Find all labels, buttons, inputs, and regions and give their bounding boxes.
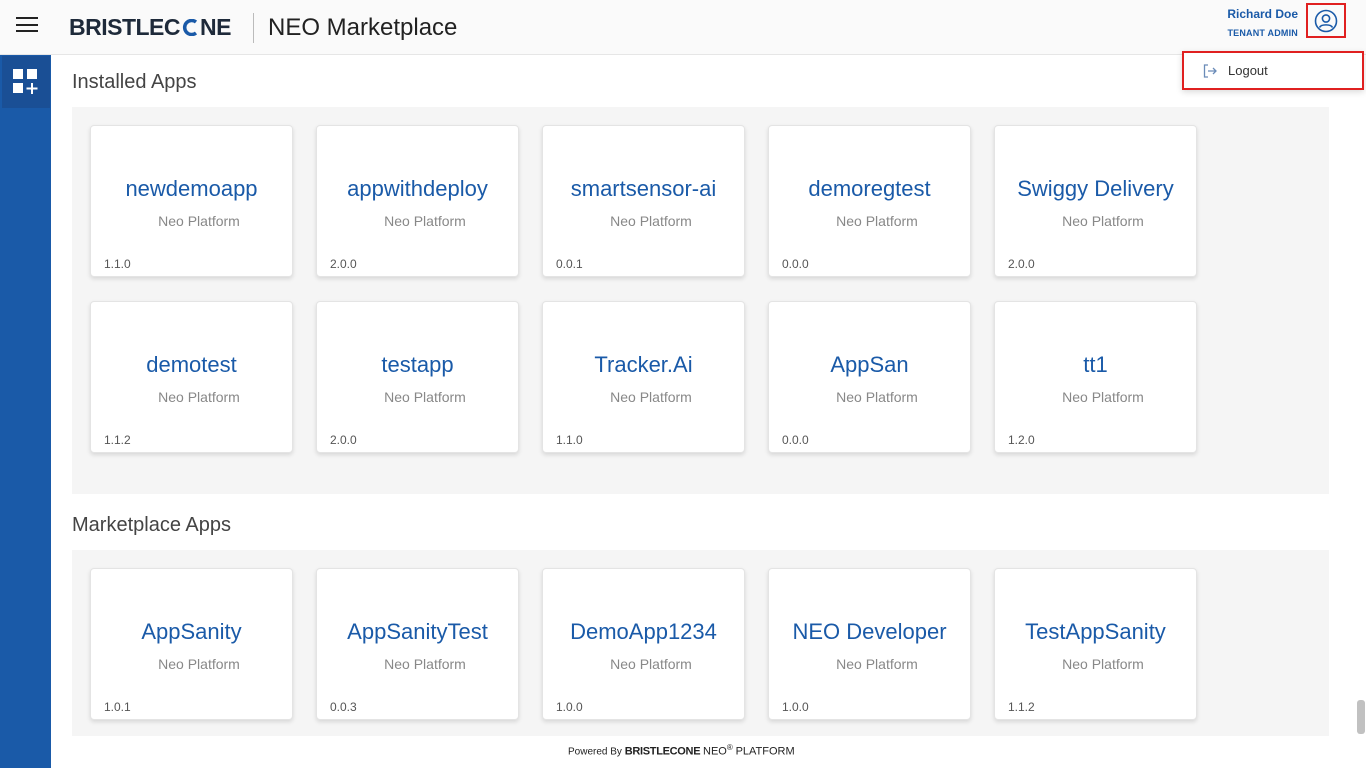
- app-card-version: 0.0.3: [330, 700, 357, 714]
- app-card-name: testapp: [381, 352, 454, 377]
- header-divider: [253, 13, 254, 43]
- app-card-version: 1.0.0: [556, 700, 583, 714]
- app-card-name: appwithdeploy: [347, 176, 488, 201]
- user-name: Richard Doe: [1227, 7, 1298, 21]
- app-card-version: 1.2.0: [1008, 433, 1035, 447]
- app-card-version: 1.0.1: [104, 700, 131, 714]
- app-card-name: demotest: [146, 352, 237, 377]
- app-card-platform: Neo Platform: [836, 213, 918, 229]
- app-card-version: 0.0.1: [556, 257, 583, 271]
- app-card[interactable]: appwithdeploy Neo Platform 2.0.0: [316, 125, 519, 277]
- page-scrollbar-thumb[interactable]: [1357, 700, 1365, 734]
- footer-brand: BRISTLECONE: [624, 745, 701, 758]
- app-card[interactable]: NEO Developer Neo Platform 1.0.0: [768, 568, 971, 720]
- app-card-version: 0.0.0: [782, 433, 809, 447]
- app-title: NEO Marketplace: [268, 14, 458, 41]
- app-card-name: demoregtest: [808, 176, 931, 201]
- app-card-platform: Neo Platform: [384, 213, 466, 229]
- app-card-platform: Neo Platform: [836, 389, 918, 405]
- app-card-version: 0.0.0: [782, 257, 809, 271]
- app-card-platform: Neo Platform: [158, 213, 240, 229]
- app-card-version: 1.1.0: [556, 433, 583, 447]
- app-card[interactable]: demotest Neo Platform 1.1.2: [90, 301, 293, 453]
- app-card[interactable]: AppSan Neo Platform 0.0.0: [768, 301, 971, 453]
- app-card-platform: Neo Platform: [610, 389, 692, 405]
- footer-platform: PLATFORM: [735, 745, 795, 758]
- app-card[interactable]: DemoApp1234 Neo Platform 1.0.0: [542, 568, 745, 720]
- app-card-name: AppSanity: [141, 619, 242, 644]
- app-card-name: smartsensor-ai: [570, 176, 717, 201]
- app-card[interactable]: Tracker.Ai Neo Platform 1.1.0: [542, 301, 745, 453]
- user-account-button[interactable]: [1306, 3, 1346, 38]
- app-card[interactable]: newdemoapp Neo Platform 1.1.0: [90, 125, 293, 277]
- hamburger-menu-icon[interactable]: [16, 17, 38, 37]
- app-card[interactable]: tt1 Neo Platform 1.2.0: [994, 301, 1197, 453]
- logout-icon: [1203, 63, 1217, 78]
- app-card-version: 1.1.2: [1008, 700, 1035, 714]
- app-card-platform: Neo Platform: [1062, 656, 1144, 672]
- app-card-name: Tracker.Ai: [594, 352, 693, 377]
- user-role: TENANT ADMIN: [1227, 28, 1298, 38]
- app-card-name: DemoApp1234: [570, 619, 717, 644]
- app-card[interactable]: demoregtest Neo Platform 0.0.0: [768, 125, 971, 277]
- app-card[interactable]: AppSanity Neo Platform 1.0.1: [90, 568, 293, 720]
- app-card-name: tt1: [1083, 352, 1108, 377]
- brand-logo: BRISTLEC NE: [69, 14, 231, 40]
- footer-neo: NEO: [703, 745, 727, 758]
- app-card-platform: Neo Platform: [1062, 389, 1144, 405]
- app-card-name: newdemoapp: [125, 176, 258, 201]
- app-card-version: 2.0.0: [1008, 257, 1035, 271]
- app-card-platform: Neo Platform: [836, 656, 918, 672]
- top-header: BRISTLEC NE NEO Marketplace Richard Doe T…: [0, 0, 1366, 55]
- app-card-version: 2.0.0: [330, 257, 357, 271]
- logout-menu-item[interactable]: Logout: [1182, 51, 1364, 90]
- app-card-platform: Neo Platform: [1062, 213, 1144, 229]
- app-card[interactable]: Swiggy Delivery Neo Platform 2.0.0: [994, 125, 1197, 277]
- footer-registered-mark: ®: [726, 743, 733, 752]
- app-card-platform: Neo Platform: [610, 656, 692, 672]
- marketplace-apps-panel: AppSanity Neo Platform 1.0.1 AppSanityTest N…: [72, 550, 1329, 736]
- app-card-name: NEO Developer: [792, 619, 947, 644]
- user-account-icon: [1314, 9, 1338, 32]
- app-card-version: 2.0.0: [330, 433, 357, 447]
- app-card-name: Swiggy Delivery: [1017, 176, 1174, 201]
- app-card-platform: Neo Platform: [384, 656, 466, 672]
- logout-label: Logout: [1228, 63, 1268, 78]
- left-sidebar: [0, 55, 51, 768]
- footer-powered-by: Powered By: [568, 746, 622, 758]
- app-card-platform: Neo Platform: [384, 389, 466, 405]
- app-card-name: AppSan: [830, 352, 909, 377]
- marketplace-apps-heading: Marketplace Apps: [72, 514, 231, 536]
- apps-grid-add-icon: [13, 69, 38, 94]
- app-card-version: 1.1.2: [104, 433, 131, 447]
- app-card-platform: Neo Platform: [158, 656, 240, 672]
- app-card-name: AppSanityTest: [347, 619, 488, 644]
- apps-nav-button[interactable]: [2, 56, 50, 108]
- app-card[interactable]: AppSanityTest Neo Platform 0.0.3: [316, 568, 519, 720]
- app-card-version: 1.0.0: [782, 700, 809, 714]
- app-card-version: 1.1.0: [104, 257, 131, 271]
- app-card[interactable]: TestAppSanity Neo Platform 1.1.2: [994, 568, 1197, 720]
- app-card-platform: Neo Platform: [158, 389, 240, 405]
- app-card[interactable]: smartsensor-ai Neo Platform 0.0.1: [542, 125, 745, 277]
- footer: Powered By BRISTLECONE NEO® PLATFORM: [568, 743, 795, 757]
- app-card-platform: Neo Platform: [610, 213, 692, 229]
- installed-apps-panel: newdemoapp Neo Platform 1.1.0 appwithdeploy…: [72, 107, 1329, 494]
- app-card-name: TestAppSanity: [1025, 619, 1166, 644]
- app-card[interactable]: testapp Neo Platform 2.0.0: [316, 301, 519, 453]
- installed-apps-heading: Installed Apps: [72, 71, 197, 93]
